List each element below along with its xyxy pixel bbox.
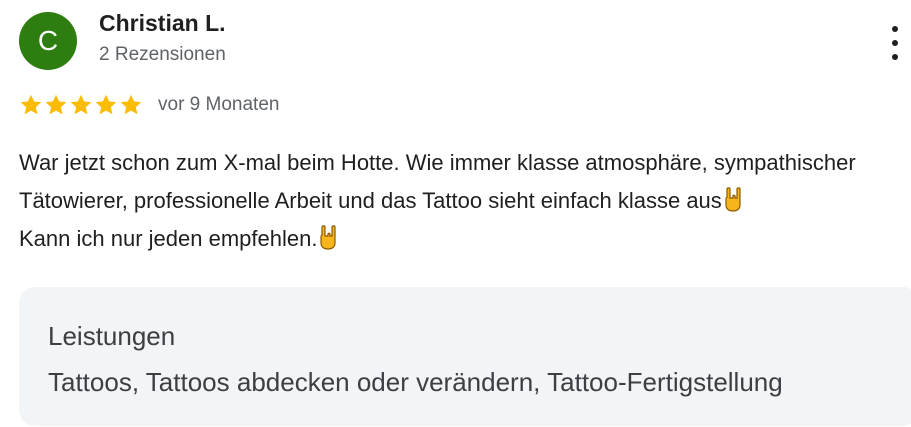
- services-box: Leistungen Tattoos, Tattoos abdecken ode…: [19, 287, 911, 426]
- review-card: C Christian L. 2 Rezensionen vor 9 Monat…: [0, 0, 911, 427]
- more-options-button[interactable]: [880, 26, 910, 60]
- star-rating: [19, 93, 143, 117]
- review-count[interactable]: 2 Rezensionen: [99, 44, 226, 66]
- star-icon: [70, 94, 92, 115]
- review-date: vor 9 Monaten: [158, 94, 280, 115]
- star-icon: [45, 94, 67, 115]
- avatar[interactable]: C: [19, 12, 77, 70]
- review-text-line-2: Kann ich nur jeden empfehlen.: [19, 226, 318, 251]
- services-title: Leistungen: [48, 321, 176, 351]
- star-icon: [20, 94, 42, 115]
- review-text: War jetzt schon zum X-mal beim Hotte. Wi…: [19, 144, 899, 258]
- star-icon: [95, 94, 117, 115]
- sign-of-the-horns-emoji: [725, 187, 741, 212]
- services-list: Tattoos, Tattoos abdecken oder verändern…: [48, 367, 783, 397]
- sign-of-the-horns-emoji: [320, 225, 337, 250]
- avatar-initial: C: [37, 25, 59, 56]
- star-icon: [120, 94, 142, 115]
- more-vertical-icon: [892, 26, 898, 32]
- author-name[interactable]: Christian L.: [99, 10, 226, 37]
